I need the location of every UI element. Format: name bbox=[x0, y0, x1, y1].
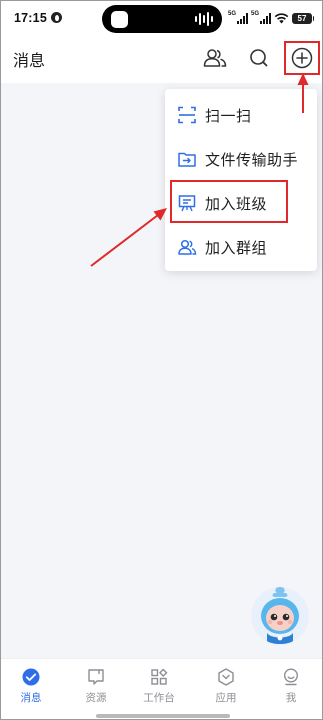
search-icon[interactable] bbox=[246, 45, 272, 71]
tab-workbench[interactable]: 工作台 bbox=[129, 667, 189, 709]
resource-icon bbox=[88, 669, 104, 685]
menu-item-label: 扫一扫 bbox=[205, 107, 252, 125]
apps-icon bbox=[218, 668, 234, 686]
menu-item-file-transfer[interactable]: 文件传输助手 bbox=[165, 137, 317, 181]
wifi-icon bbox=[274, 13, 289, 24]
top-header: 消息 bbox=[1, 37, 322, 83]
menu-item-scan[interactable]: 扫一扫 bbox=[165, 93, 317, 137]
workbench-icon bbox=[151, 668, 168, 685]
status-bar: 17:15 5G 5G 57 bbox=[1, 1, 322, 37]
home-indicator[interactable] bbox=[96, 714, 230, 718]
menu-item-label: 文件传输助手 bbox=[205, 151, 299, 169]
tab-apps[interactable]: 应用 bbox=[196, 667, 256, 709]
tab-label: 工作台 bbox=[143, 692, 175, 704]
tab-label: 应用 bbox=[215, 692, 237, 704]
tab-me[interactable]: 我 bbox=[261, 667, 321, 709]
tab-messages[interactable]: 消息 bbox=[1, 667, 61, 709]
dynamic-island[interactable] bbox=[102, 5, 222, 33]
phone-screen: 17:15 5G 5G 57 消息 扫一扫 文件传输助手 加入班级 加入群组 消… bbox=[0, 0, 323, 720]
contacts-icon[interactable] bbox=[202, 45, 228, 71]
profile-icon bbox=[283, 668, 299, 686]
signal-1-label: 5G bbox=[228, 10, 237, 17]
signal-2-icon: 5G bbox=[251, 10, 271, 24]
assistant-mascot-button[interactable] bbox=[249, 583, 311, 647]
menu-item-label: 加入群组 bbox=[205, 239, 268, 257]
message-icon bbox=[22, 668, 40, 686]
signal-2-label: 5G bbox=[251, 10, 260, 17]
live-activity-app-icon bbox=[111, 11, 128, 28]
notification-dot-icon bbox=[51, 12, 62, 23]
battery-icon: 57 bbox=[292, 12, 314, 24]
group-icon bbox=[178, 239, 197, 255]
tab-label: 资源 bbox=[85, 692, 107, 704]
page-title: 消息 bbox=[13, 53, 46, 70]
join-class-highlight-box bbox=[170, 180, 288, 223]
tab-label: 消息 bbox=[20, 692, 42, 704]
tab-label: 我 bbox=[285, 692, 297, 704]
scan-icon bbox=[178, 106, 196, 124]
status-time: 17:15 bbox=[14, 11, 47, 25]
plus-highlight-box bbox=[284, 41, 320, 75]
menu-item-join-group[interactable]: 加入群组 bbox=[165, 225, 317, 269]
audio-wave-icon bbox=[195, 12, 213, 26]
file-transfer-icon bbox=[178, 152, 196, 167]
bottom-tab-bar: 消息 资源 工作台 应用 我 bbox=[1, 658, 322, 719]
tab-resources[interactable]: 资源 bbox=[66, 667, 126, 709]
signal-1-icon: 5G bbox=[228, 10, 248, 24]
status-icons: 5G 5G 57 bbox=[228, 10, 314, 26]
